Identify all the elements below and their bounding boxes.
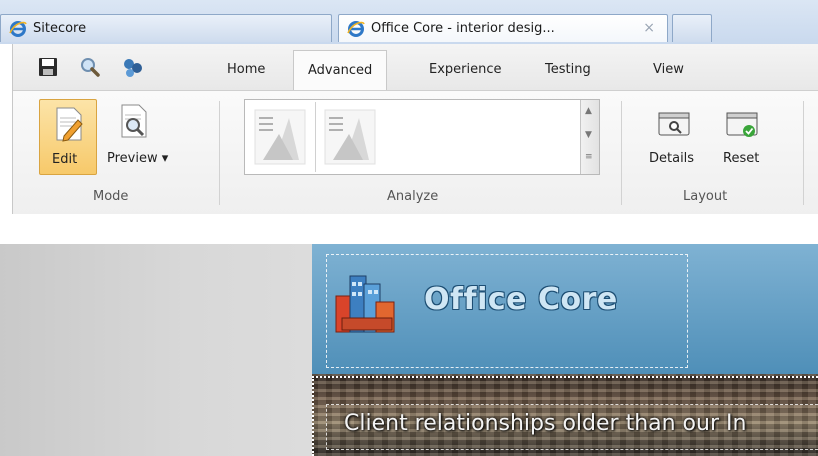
group-separator	[803, 101, 804, 205]
edit-page-icon	[54, 106, 84, 146]
gallery-divider	[315, 102, 316, 172]
gallery-scrollbar[interactable]: ▲ ▼ ≡	[580, 100, 599, 174]
browser-tab-strip: Sitecore Office Core - interior desig...…	[0, 0, 818, 44]
save-icon[interactable]	[37, 56, 61, 80]
edit-button-label: Edit	[52, 152, 78, 167]
page-left-margin	[0, 244, 312, 456]
group-separator	[219, 101, 220, 205]
tab-home[interactable]: Home	[227, 62, 265, 77]
browser-tab-office-core[interactable]: Office Core - interior desig... ×	[338, 14, 668, 42]
scroll-down-icon[interactable]: ▼	[585, 130, 592, 140]
browser-tab-label: Office Core - interior desig...	[371, 21, 555, 36]
gallery-thumbnail-icon[interactable]	[249, 104, 311, 170]
browser-tab-sitecore[interactable]: Sitecore	[0, 14, 332, 42]
reset-button[interactable]: Reset	[723, 151, 759, 166]
canvas-spacer	[0, 214, 818, 244]
preview-icon	[119, 103, 149, 143]
sitecore-ribbon: Home Advanced Experience Testing View Ed…	[1, 44, 818, 215]
details-icon[interactable]	[657, 109, 691, 143]
scroll-up-icon[interactable]: ▲	[585, 106, 592, 116]
navigate-tree-icon[interactable]	[121, 56, 145, 80]
expand-gallery-icon[interactable]: ≡	[585, 152, 593, 162]
gallery-thumbnail-icon[interactable]	[319, 104, 381, 170]
ie-logo-icon	[347, 20, 365, 38]
ie-logo-icon	[9, 20, 27, 38]
reset-icon[interactable]	[725, 109, 759, 143]
tab-testing[interactable]: Testing	[545, 62, 591, 77]
edit-button[interactable]: Edit	[39, 99, 97, 175]
slogan-text[interactable]: Client relationships older than our In	[344, 411, 746, 436]
mode-group-label: Mode	[93, 189, 129, 204]
layout-group-label: Layout	[683, 189, 728, 204]
browser-tab-label: Sitecore	[33, 21, 87, 36]
details-button[interactable]: Details	[649, 151, 694, 166]
tab-advanced[interactable]: Advanced	[293, 50, 388, 90]
search-icon[interactable]	[79, 56, 103, 80]
group-separator	[621, 101, 622, 205]
close-tab-icon[interactable]: ×	[643, 20, 655, 36]
ribbon-tab-bar: Home Advanced Experience Testing View	[13, 44, 818, 91]
new-tab-button[interactable]	[672, 14, 712, 42]
analyze-group-label: Analyze	[387, 189, 439, 204]
ribbon-panel-advanced: Edit Preview ▾ Mode ▲ ▼ ≡ Analyze Detail…	[1, 91, 818, 215]
logo-text: Office Core	[424, 282, 618, 317]
analyze-gallery[interactable]: ▲ ▼ ≡	[244, 99, 600, 175]
office-core-logo-icon	[330, 262, 410, 346]
tab-view[interactable]: View	[653, 62, 684, 77]
tab-experience[interactable]: Experience	[429, 62, 502, 77]
preview-button[interactable]: Preview ▾	[107, 151, 168, 166]
